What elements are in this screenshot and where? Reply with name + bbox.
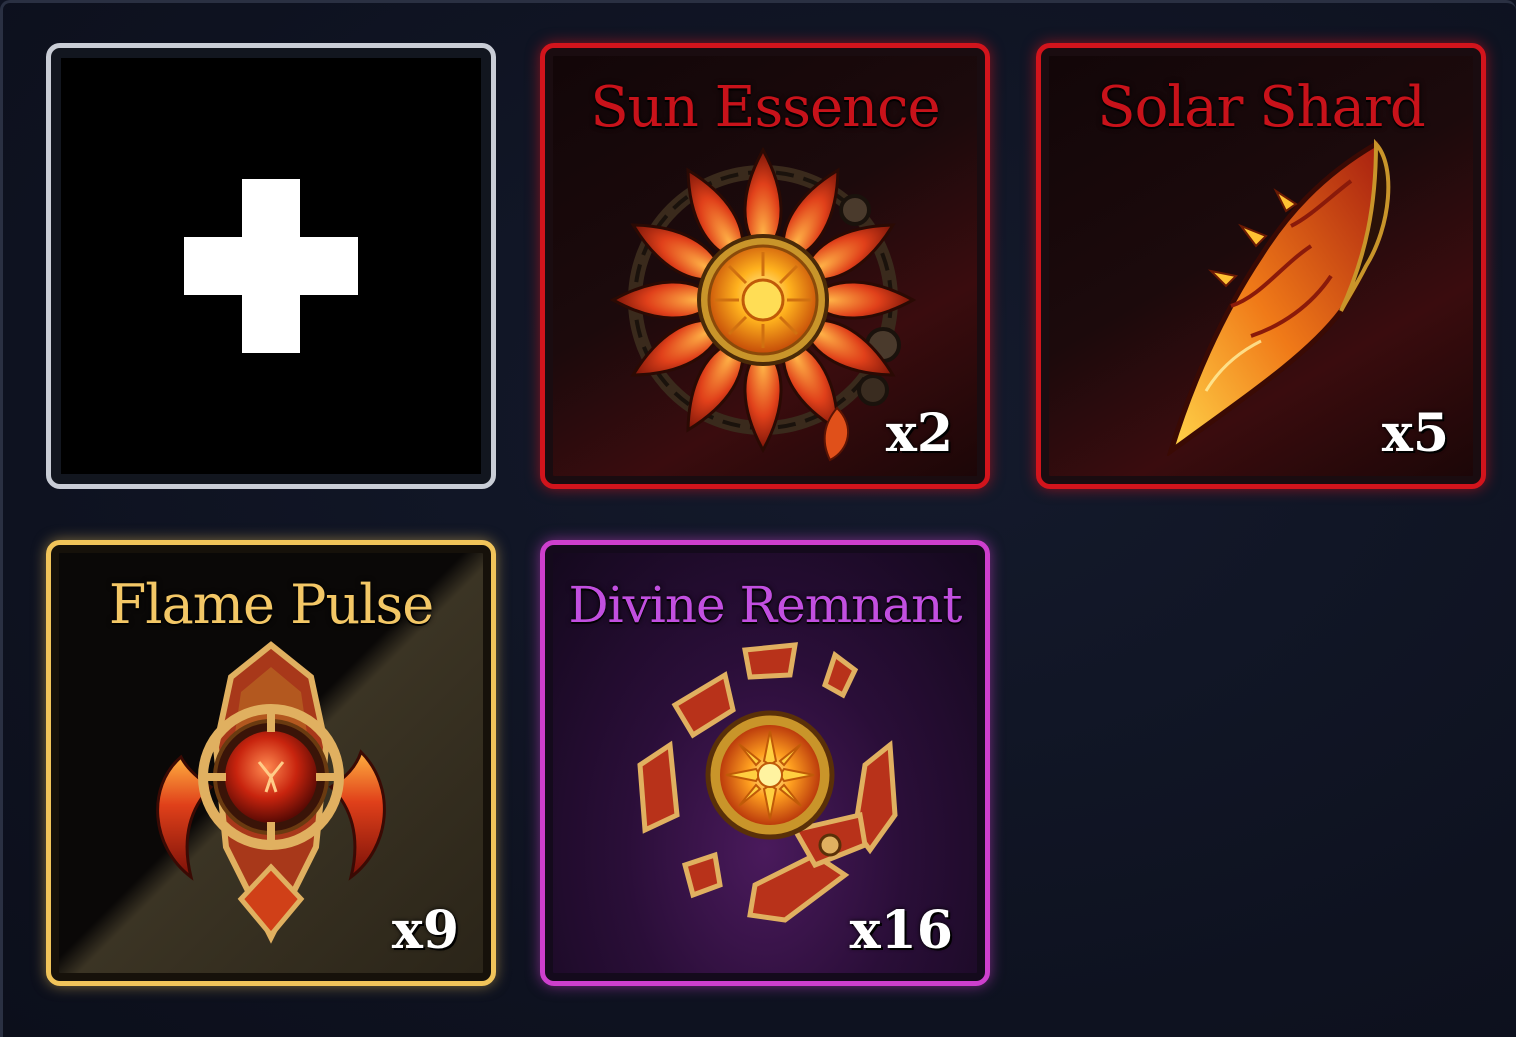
add-item-slot[interactable] xyxy=(46,43,496,489)
item-name: Solar Shard xyxy=(1097,75,1425,140)
item-slot-sun-essence[interactable]: Sun Essence x2 xyxy=(540,43,990,489)
item-name: Divine Remnant xyxy=(568,576,963,634)
inventory-panel: Sun Essence x2 Solar Shard x5 Flame Puls… xyxy=(0,0,1516,1037)
sun-essence-icon xyxy=(611,146,915,462)
item-quantity: x9 xyxy=(391,900,459,961)
item-slot-solar-shard[interactable]: Solar Shard x5 xyxy=(1036,43,1486,489)
item-quantity: x5 xyxy=(1381,403,1449,464)
item-name: Sun Essence xyxy=(590,75,940,140)
flame-pulse-icon xyxy=(156,641,386,944)
item-name: Flame Pulse xyxy=(108,573,434,636)
item-slot-flame-pulse[interactable]: Flame Pulse x9 xyxy=(46,540,496,986)
plus-icon xyxy=(184,179,358,353)
item-quantity: x2 xyxy=(885,403,953,464)
item-slot-divine-remnant[interactable]: Divine Remnant x16 xyxy=(540,540,990,986)
solar-shard-icon xyxy=(1166,138,1391,456)
item-quantity: x16 xyxy=(849,900,953,961)
divine-remnant-icon xyxy=(637,642,898,923)
